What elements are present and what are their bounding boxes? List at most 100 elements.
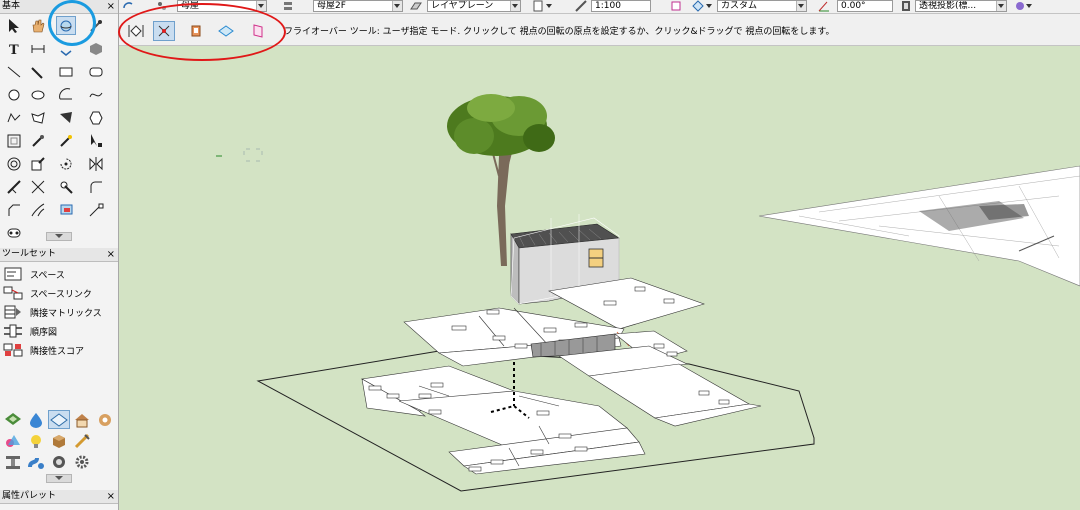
toolset-set-shapes-icon[interactable] xyxy=(2,431,24,450)
concentric-tool[interactable] xyxy=(4,154,24,173)
toolset-set-furniture-icon[interactable] xyxy=(48,431,70,450)
text-tool[interactable]: T xyxy=(4,39,24,58)
page-setup-dropdown-icon[interactable] xyxy=(545,0,553,12)
clip-tool[interactable] xyxy=(56,200,76,219)
projection-select-value: 透視投影(標... xyxy=(919,1,977,11)
polyline-tool[interactable] xyxy=(4,108,24,127)
clip-cube-icon[interactable] xyxy=(669,0,683,12)
toolset-set-structure-icon[interactable] xyxy=(2,452,24,471)
eyedropper2-icon xyxy=(32,134,44,147)
dimension-tool[interactable] xyxy=(28,39,48,58)
toolset-close-icon[interactable]: × xyxy=(107,248,115,261)
angle-field[interactable]: 0.00° xyxy=(837,0,893,12)
material-tool[interactable] xyxy=(86,39,106,58)
offset-tool[interactable] xyxy=(4,131,24,150)
class-select[interactable]: 母屋 xyxy=(177,0,267,12)
view-dropdown-icon xyxy=(796,1,806,11)
plane-icon[interactable] xyxy=(409,0,423,12)
double-line-tool[interactable] xyxy=(28,62,48,81)
reshape-tool[interactable] xyxy=(86,131,106,150)
scale-icon[interactable] xyxy=(574,0,588,12)
material-icon xyxy=(90,42,102,55)
attribute-palette-close-icon[interactable]: × xyxy=(107,490,115,503)
magic-wand-tool[interactable] xyxy=(56,131,76,150)
svg-text:T: T xyxy=(9,43,19,57)
view-bar: 母屋 母屋2F レイヤプレーン 1:100 カスタム 0.00° 透視投影(標.… xyxy=(119,0,1080,14)
trim-tool[interactable] xyxy=(28,177,48,196)
fillet-tool[interactable] xyxy=(86,177,106,196)
rounded-rectangle-tool[interactable] xyxy=(86,62,106,81)
eyedropper-tool[interactable] xyxy=(86,16,106,35)
toolset-title: ツールセット xyxy=(2,249,57,259)
toolset-collapse-icon[interactable] xyxy=(46,474,72,483)
user-origin-mode-button[interactable] xyxy=(153,21,175,41)
hexagon-icon xyxy=(89,111,103,124)
class-icon[interactable] xyxy=(155,0,169,12)
light-dropdown-icon[interactable] xyxy=(1025,0,1033,12)
toolset-set-detail-icon[interactable] xyxy=(71,431,93,450)
circle-tool[interactable] xyxy=(4,85,24,104)
render-dropdown-icon[interactable] xyxy=(705,0,713,12)
basic-collapse-icon[interactable] xyxy=(46,232,72,241)
selection-tool[interactable] xyxy=(4,16,24,35)
clip-plane-mode-button[interactable] xyxy=(247,21,269,41)
render-mode-icon[interactable] xyxy=(691,0,705,12)
toolset-set-machine-icon[interactable] xyxy=(48,452,70,471)
toolset-set-house-icon[interactable] xyxy=(71,410,93,429)
fill-tool[interactable] xyxy=(28,200,48,219)
toolset-set-space-planning-icon[interactable] xyxy=(48,410,70,429)
hexagon-tool[interactable] xyxy=(86,108,106,127)
object-center-mode-button[interactable] xyxy=(185,21,207,41)
toolset-item-adjacency-score[interactable]: 隣接性スコア xyxy=(2,341,114,359)
connect-tool[interactable] xyxy=(56,177,76,196)
toolset-item-sequence-diagram[interactable]: 順序図 xyxy=(2,322,114,340)
attribute-mapping-tool[interactable] xyxy=(28,154,48,173)
arc-tool[interactable] xyxy=(56,85,76,104)
angle-icon[interactable] xyxy=(817,0,831,12)
pan-hand-tool[interactable] xyxy=(28,16,48,35)
site-plan-sheet xyxy=(758,165,1080,287)
reshape-icon xyxy=(91,133,102,147)
rotate-tool[interactable] xyxy=(56,154,76,173)
mirror-tool[interactable] xyxy=(86,154,106,173)
plane-select[interactable]: レイヤプレーン xyxy=(427,0,521,12)
toolset-set-piping-icon[interactable] xyxy=(25,452,47,471)
attribute-palette-title: 属性パレット xyxy=(2,491,57,501)
view-select[interactable]: カスタム xyxy=(717,0,807,12)
toolset-set-water-icon[interactable] xyxy=(25,410,47,429)
3d-locus-tool[interactable] xyxy=(86,200,106,219)
freehand-tool[interactable] xyxy=(86,85,106,104)
eyedropper2-tool[interactable] xyxy=(28,131,48,150)
sector-tool[interactable] xyxy=(56,108,76,127)
toolset-item-space[interactable]: スペース xyxy=(2,265,114,283)
view-center-mode-button[interactable] xyxy=(125,21,147,41)
basic-palette-close-icon[interactable]: × xyxy=(107,0,115,13)
page-setup-icon[interactable] xyxy=(531,0,545,12)
toolset-item-label: 隣接マトリックス xyxy=(30,308,102,319)
projection-icon[interactable] xyxy=(899,0,913,12)
toolset-item-adjacency-matrix[interactable]: 隣接マトリックス xyxy=(2,303,114,321)
oval-tool[interactable] xyxy=(28,85,48,104)
projection-select[interactable]: 透視投影(標... xyxy=(915,0,1007,12)
flyover-tool[interactable] xyxy=(56,16,76,35)
toolset-item-space-link[interactable]: スペースリンク xyxy=(2,284,114,302)
toolset-set-site-icon[interactable] xyxy=(94,410,116,429)
flyover-sub-tool[interactable] xyxy=(56,39,76,58)
toolset-set-building-icon[interactable] xyxy=(2,410,24,429)
layer-icon[interactable] xyxy=(281,0,295,12)
toolset-set-lighting-icon[interactable] xyxy=(25,431,47,450)
view-nav-icon[interactable] xyxy=(121,0,135,12)
layer-select[interactable]: 母屋2F xyxy=(313,0,403,12)
working-plane-mode-button[interactable] xyxy=(215,21,237,41)
split-tool[interactable] xyxy=(4,177,24,196)
rotate-icon xyxy=(60,158,72,169)
polygon-tool[interactable] xyxy=(28,108,48,127)
chamfer-tool[interactable] xyxy=(4,200,24,219)
rectangle-tool[interactable] xyxy=(56,62,76,81)
basic-palette-header: 基本 × xyxy=(0,0,118,14)
scale-field[interactable]: 1:100 xyxy=(591,0,651,12)
line-tool[interactable] xyxy=(4,62,24,81)
link-tool[interactable] xyxy=(4,223,24,242)
drawing-viewport[interactable] xyxy=(119,46,1080,510)
toolset-set-settings-icon[interactable] xyxy=(71,452,93,471)
